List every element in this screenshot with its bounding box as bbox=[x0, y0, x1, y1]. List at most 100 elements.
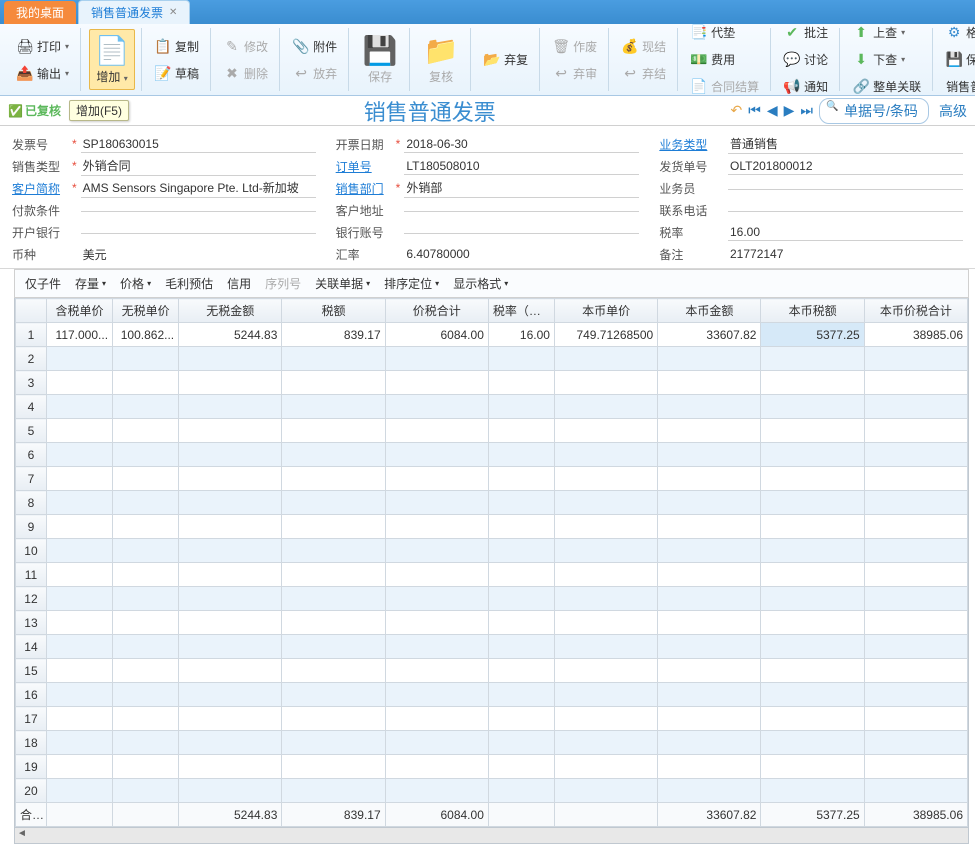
format-button[interactable]: ⚙格式设置 bbox=[941, 21, 975, 44]
cell[interactable] bbox=[488, 371, 554, 395]
gt-profit[interactable]: 毛利预估 bbox=[165, 275, 213, 292]
cell[interactable] bbox=[113, 395, 179, 419]
cell[interactable] bbox=[761, 491, 864, 515]
cell[interactable] bbox=[864, 419, 967, 443]
cell[interactable] bbox=[554, 683, 657, 707]
cell[interactable] bbox=[658, 659, 761, 683]
abandon2-button[interactable]: ↩弃审 bbox=[548, 62, 602, 85]
col-0[interactable]: 含税单价 bbox=[46, 299, 112, 323]
cell[interactable] bbox=[488, 683, 554, 707]
cell[interactable] bbox=[113, 419, 179, 443]
cell[interactable] bbox=[46, 707, 112, 731]
void-button[interactable]: 🗑作废 bbox=[548, 35, 602, 58]
row-number[interactable]: 17 bbox=[16, 707, 47, 731]
cell[interactable] bbox=[385, 443, 488, 467]
col-5[interactable]: 税率（%） bbox=[488, 299, 554, 323]
table-row[interactable]: 14 bbox=[16, 635, 968, 659]
cell[interactable] bbox=[488, 419, 554, 443]
cell[interactable] bbox=[864, 395, 967, 419]
table-row[interactable]: 15 bbox=[16, 659, 968, 683]
cell[interactable] bbox=[385, 683, 488, 707]
cell[interactable] bbox=[658, 419, 761, 443]
order-no-label[interactable]: 订单号 bbox=[336, 158, 392, 175]
col-2[interactable]: 无税金额 bbox=[179, 299, 282, 323]
col-3[interactable]: 税额 bbox=[282, 299, 385, 323]
cell[interactable] bbox=[761, 395, 864, 419]
saveformat-button[interactable]: 💾保存格式 bbox=[941, 48, 975, 71]
cell[interactable] bbox=[864, 611, 967, 635]
cell[interactable] bbox=[385, 755, 488, 779]
cell[interactable] bbox=[385, 587, 488, 611]
cell[interactable] bbox=[658, 587, 761, 611]
cell[interactable] bbox=[179, 755, 282, 779]
recheck-button[interactable]: 📁复核 bbox=[418, 29, 464, 90]
row-number[interactable]: 6 bbox=[16, 443, 47, 467]
cell[interactable] bbox=[385, 707, 488, 731]
cell[interactable] bbox=[488, 515, 554, 539]
cell[interactable] bbox=[554, 539, 657, 563]
tab-current[interactable]: 销售普通发票✕ bbox=[78, 0, 190, 24]
cell[interactable] bbox=[113, 539, 179, 563]
cell[interactable] bbox=[282, 683, 385, 707]
cell[interactable] bbox=[46, 563, 112, 587]
cell[interactable] bbox=[179, 395, 282, 419]
cell[interactable] bbox=[113, 371, 179, 395]
cell[interactable] bbox=[864, 731, 967, 755]
attach-button[interactable]: 📎附件 bbox=[288, 35, 342, 58]
cell[interactable]: 117.000... bbox=[46, 323, 112, 347]
cell[interactable] bbox=[488, 395, 554, 419]
gt-related[interactable]: 关联单据▾ bbox=[315, 275, 370, 292]
cell[interactable] bbox=[658, 371, 761, 395]
cell[interactable] bbox=[554, 611, 657, 635]
cell[interactable] bbox=[761, 443, 864, 467]
row-number[interactable]: 2 bbox=[16, 347, 47, 371]
cell[interactable] bbox=[864, 659, 967, 683]
cell[interactable] bbox=[554, 491, 657, 515]
gt-display[interactable]: 显示格式▾ bbox=[453, 275, 508, 292]
row-number[interactable]: 19 bbox=[16, 755, 47, 779]
up-button[interactable]: ⬆上查▾ bbox=[848, 21, 926, 44]
table-row[interactable]: 8 bbox=[16, 491, 968, 515]
customer-value[interactable]: AMS Sensors Singapore Pte. Ltd-新加坡 bbox=[81, 178, 316, 198]
cell[interactable] bbox=[864, 779, 967, 803]
cell[interactable] bbox=[282, 515, 385, 539]
cell[interactable] bbox=[554, 731, 657, 755]
row-number[interactable]: 1 bbox=[16, 323, 47, 347]
cell[interactable] bbox=[761, 683, 864, 707]
cell[interactable] bbox=[554, 659, 657, 683]
cell[interactable] bbox=[864, 443, 967, 467]
table-row[interactable]: 11 bbox=[16, 563, 968, 587]
cell[interactable]: 100.862... bbox=[113, 323, 179, 347]
cell[interactable] bbox=[761, 659, 864, 683]
expense-button[interactable]: 💵费用 bbox=[686, 48, 764, 71]
cell[interactable] bbox=[488, 443, 554, 467]
table-row[interactable]: 5 bbox=[16, 419, 968, 443]
currency-value[interactable]: 美元 bbox=[81, 245, 316, 264]
cell[interactable] bbox=[46, 659, 112, 683]
cell[interactable] bbox=[488, 707, 554, 731]
cell[interactable] bbox=[46, 731, 112, 755]
advanced-link[interactable]: 高级 bbox=[939, 101, 967, 121]
next-icon[interactable]: ▶ bbox=[784, 102, 795, 119]
table-row[interactable]: 9 bbox=[16, 515, 968, 539]
cell[interactable] bbox=[658, 731, 761, 755]
cell[interactable] bbox=[46, 419, 112, 443]
cell[interactable]: 839.17 bbox=[282, 323, 385, 347]
table-row[interactable]: 18 bbox=[16, 731, 968, 755]
cell[interactable] bbox=[282, 371, 385, 395]
cell[interactable] bbox=[282, 563, 385, 587]
row-number[interactable]: 3 bbox=[16, 371, 47, 395]
cell[interactable] bbox=[179, 491, 282, 515]
cell[interactable] bbox=[46, 539, 112, 563]
table-row[interactable]: 13 bbox=[16, 611, 968, 635]
cell[interactable] bbox=[385, 731, 488, 755]
invoice-no-value[interactable]: SP180630015 bbox=[81, 136, 316, 153]
cell[interactable] bbox=[864, 371, 967, 395]
cell[interactable]: 749.71268500 bbox=[554, 323, 657, 347]
row-number[interactable]: 9 bbox=[16, 515, 47, 539]
cell[interactable] bbox=[554, 779, 657, 803]
biz-type-value[interactable]: 普通销售 bbox=[728, 134, 963, 154]
cell[interactable] bbox=[864, 587, 967, 611]
cell[interactable] bbox=[46, 635, 112, 659]
cell[interactable] bbox=[488, 467, 554, 491]
